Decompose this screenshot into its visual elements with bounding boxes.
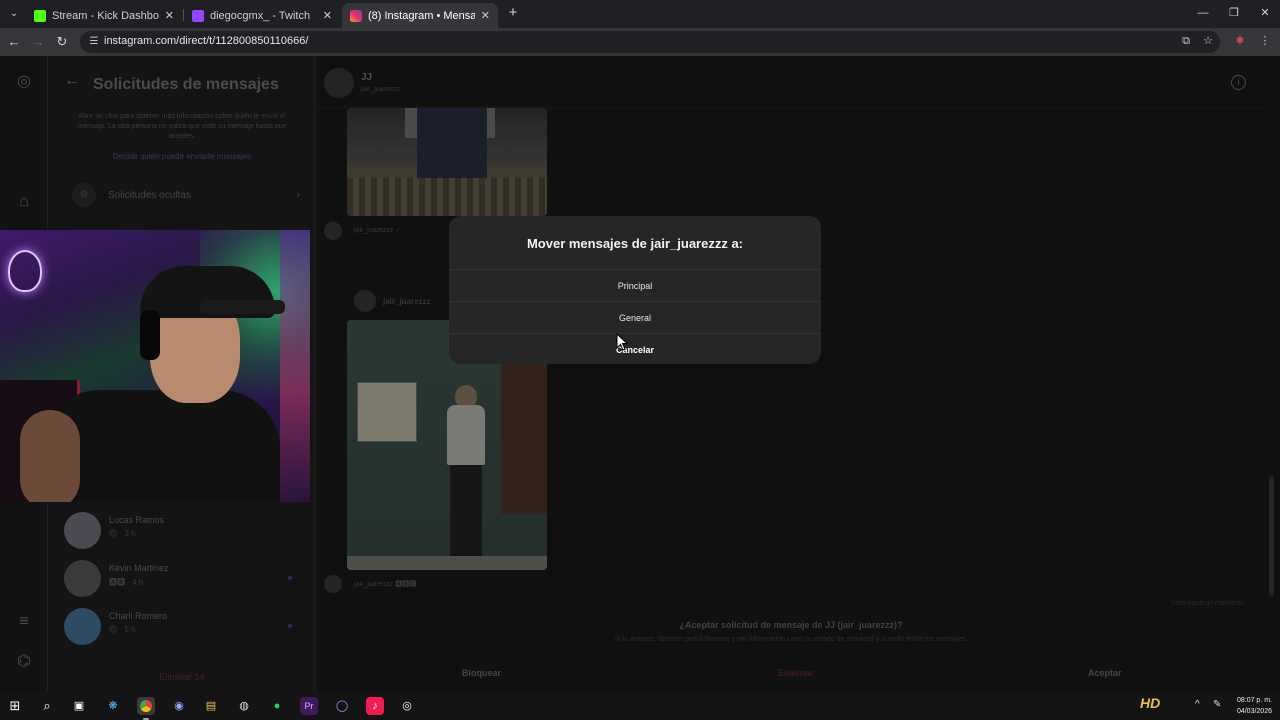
- chevron-right-icon: ›: [296, 189, 300, 201]
- browser-tab-bar: ⌄ Stream - Kick Dashboard ✕ diegocgmx_ -…: [0, 0, 1280, 28]
- bookmark-star-icon[interactable]: ☆: [1201, 34, 1215, 48]
- task-view-icon[interactable]: ▣: [70, 697, 88, 715]
- home-icon[interactable]: ⌂: [14, 192, 34, 212]
- app-icon[interactable]: ◯: [333, 697, 351, 715]
- app-icon[interactable]: ◎: [398, 697, 416, 715]
- chrome-taskbar-icon[interactable]: [137, 697, 155, 720]
- move-messages-dialog: Mover mensajes de jair_juarezzz a: Princ…: [449, 216, 821, 364]
- install-app-icon[interactable]: ⧉: [1179, 34, 1193, 48]
- windows-start-icon[interactable]: ⊞: [6, 697, 24, 715]
- spotify-icon[interactable]: ●: [268, 697, 286, 715]
- tab-twitch[interactable]: diegocgmx_ - Twitch ✕: [184, 3, 340, 28]
- tab-search-icon[interactable]: ⌄: [6, 6, 22, 22]
- tab-kick-dashboard[interactable]: Stream - Kick Dashboard ✕: [26, 3, 182, 28]
- streamer-arm: [20, 410, 80, 502]
- tab-title: (8) Instagram • Mensajes: [368, 9, 475, 22]
- hidden-requests-label: Solicitudes ocultas: [108, 189, 191, 201]
- taskbar-clock[interactable]: 08:07 p. m. 04/03/2026: [1237, 695, 1272, 717]
- minimize-icon[interactable]: —: [1194, 5, 1212, 21]
- back-icon[interactable]: ←: [6, 34, 22, 50]
- option-general[interactable]: General: [449, 301, 821, 333]
- tab-instagram[interactable]: (8) Instagram • Mensajes ✕: [342, 3, 498, 28]
- contact-name: Kevin Martinez: [109, 563, 169, 573]
- restore-icon[interactable]: ❐: [1225, 5, 1243, 21]
- clock-date: 04/03/2026: [1236, 708, 1272, 715]
- delete-all-button[interactable]: Eliminar 14: [48, 672, 316, 682]
- back-arrow-icon[interactable]: ←: [64, 72, 80, 90]
- message-settings-link[interactable]: Decide quién puede enviarte mensajes: [48, 152, 316, 161]
- contact-meta: 😊 · 3 h: [109, 529, 136, 538]
- copilot-icon[interactable]: ❋: [104, 697, 122, 715]
- option-principal[interactable]: Principal: [449, 269, 821, 301]
- list-item[interactable]: Lucas Ramos 😊 · 3 h: [64, 512, 304, 552]
- webcam-overlay: [0, 230, 310, 502]
- site-info-icon[interactable]: ☰: [88, 36, 100, 48]
- requests-info-text: Abre un chat para obtener más informació…: [77, 113, 287, 140]
- address-bar[interactable]: ☰ instagram.com/direct/t/112800850110666…: [80, 31, 1220, 53]
- cancel-button[interactable]: Cancelar: [449, 333, 821, 364]
- kick-favicon-icon: [34, 9, 46, 22]
- close-tab-icon[interactable]: ✕: [481, 9, 490, 22]
- browser-menu-icon[interactable]: ⋮: [1258, 34, 1272, 48]
- extension-icon[interactable]: ✱: [1233, 34, 1247, 48]
- instagram-favicon-icon: [350, 9, 362, 22]
- tiktok-icon[interactable]: ♪: [366, 697, 384, 715]
- tab-title: diegocgmx_ - Twitch: [210, 9, 311, 22]
- eye-off-icon: ⊘: [72, 183, 96, 207]
- chrome-profile-icon[interactable]: ◉: [170, 697, 188, 715]
- list-item[interactable]: Charli Romero 😊 · 5 h: [64, 608, 304, 648]
- contact-meta: 🅰🅱 · 4 h: [109, 578, 144, 587]
- address-bar-row: ← → ↻ ☰ instagram.com/direct/t/112800850…: [0, 28, 1280, 56]
- close-tab-icon[interactable]: ✕: [165, 9, 174, 22]
- forward-icon[interactable]: →: [30, 34, 46, 50]
- instagram-logo-icon[interactable]: ◎: [14, 72, 34, 92]
- list-item[interactable]: Kevin Martinez 🅰🅱 · 4 h: [64, 560, 304, 600]
- contact-name: Lucas Ramos: [109, 515, 165, 525]
- tab-title: Stream - Kick Dashboard: [52, 9, 159, 22]
- unread-dot: [288, 576, 292, 580]
- search-icon[interactable]: ⌕: [38, 697, 56, 715]
- unread-dot: [288, 624, 292, 628]
- mouse-cursor-icon: [616, 333, 628, 351]
- hidden-requests-row[interactable]: ⊘ Solicitudes ocultas ›: [64, 178, 300, 212]
- webcam-led-strip: [280, 230, 310, 502]
- headset: [140, 310, 160, 360]
- hd-logo-icon: HD: [1140, 695, 1161, 711]
- sidebar-title: Solicitudes de mensajes: [93, 76, 279, 93]
- contact-meta: 😊 · 5 h: [109, 625, 136, 634]
- dialog-title: Mover mensajes de jair_juarezzz a:: [526, 236, 744, 251]
- tray-chevron-icon[interactable]: ^: [1195, 699, 1200, 710]
- more-menu-icon[interactable]: ≡: [14, 612, 34, 632]
- file-explorer-icon[interactable]: ▤: [202, 697, 220, 715]
- pen-icon[interactable]: ✎: [1213, 699, 1221, 710]
- alien-neon-sign: [8, 250, 42, 292]
- twitch-favicon-icon: [192, 9, 204, 22]
- close-tab-icon[interactable]: ✕: [323, 9, 332, 22]
- premiere-icon[interactable]: Pr: [300, 697, 318, 715]
- reload-icon[interactable]: ↻: [54, 34, 70, 50]
- avatar: [64, 512, 101, 549]
- clock-time: 08:07 p. m.: [1236, 697, 1272, 704]
- meta-apps-icon[interactable]: ⌬: [14, 652, 34, 672]
- avatar: [64, 608, 101, 645]
- instagram-page: ◎ ⌂ ≡ ⌬ ← Solicitudes de mensajes Abre u…: [0, 56, 1280, 692]
- avatar: [64, 560, 101, 597]
- contact-name: Charli Romero: [109, 611, 168, 621]
- cap-brim: [200, 300, 285, 314]
- obs-icon[interactable]: ◍: [235, 697, 253, 715]
- modal-backdrop[interactable]: [316, 56, 1280, 692]
- close-window-icon[interactable]: ✕: [1256, 5, 1274, 21]
- windows-taskbar: ⊞ ⌕ ▣ ❋ ◉ ▤ ◍ ● Pr ◯ ♪ ◎ HD ^ ✎ 08:07 p.…: [0, 692, 1280, 720]
- url-text[interactable]: instagram.com/direct/t/112800850110666/: [104, 35, 308, 47]
- new-tab-button[interactable]: +: [505, 5, 521, 21]
